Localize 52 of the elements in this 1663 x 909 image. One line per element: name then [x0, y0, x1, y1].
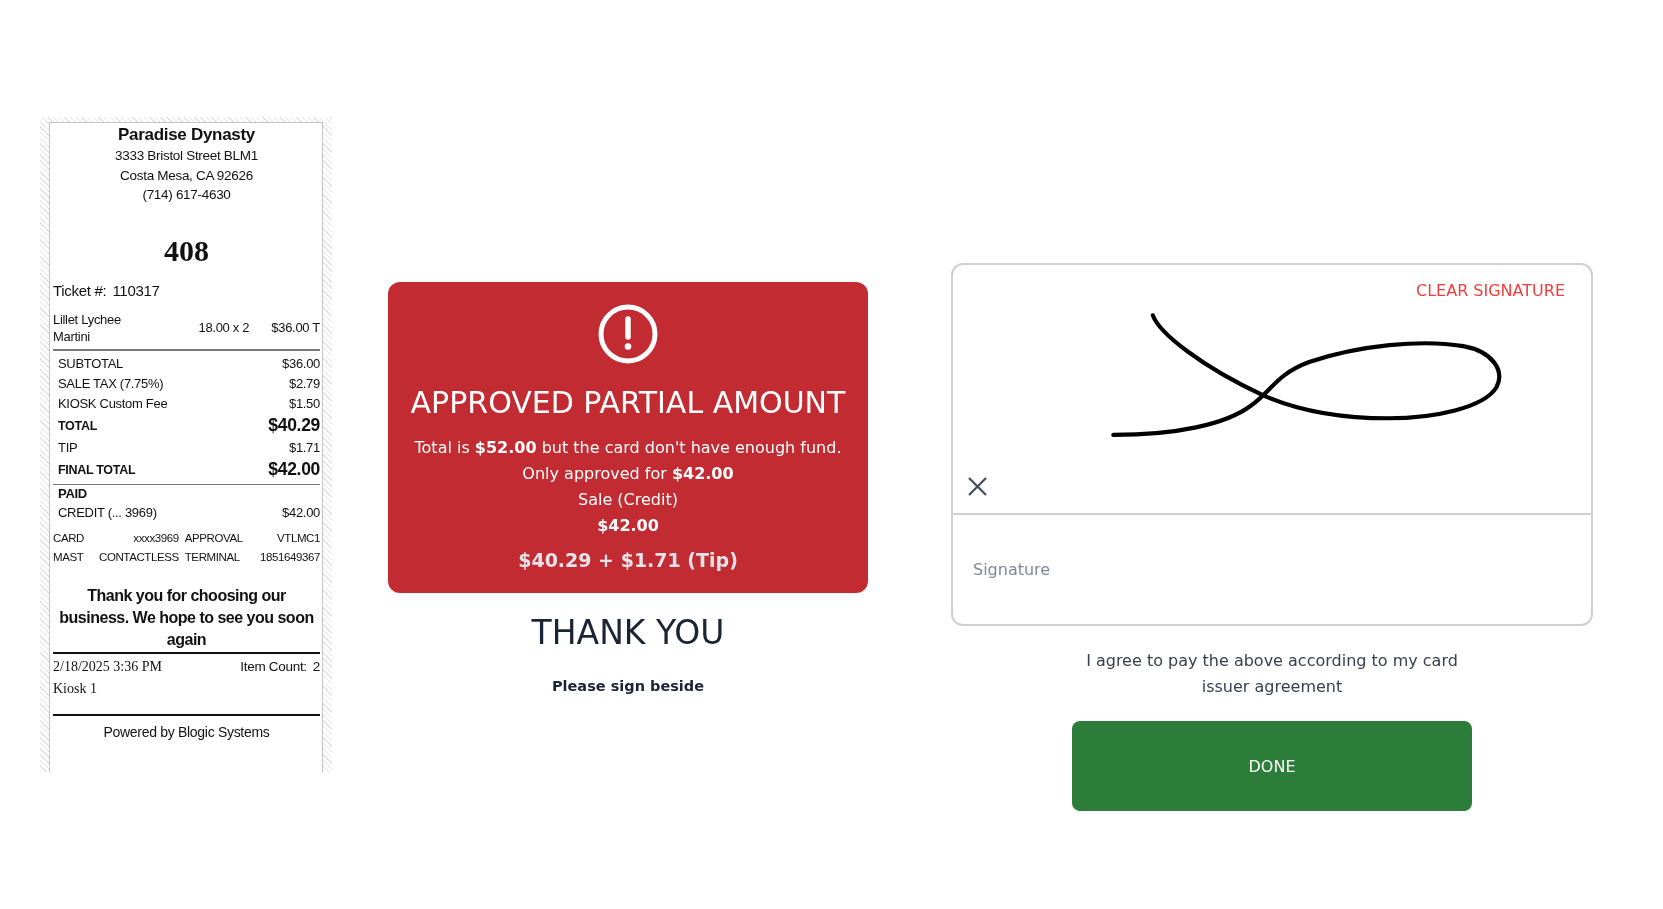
powered-by-text: Powered by Blogic Systems	[103, 722, 270, 742]
card-detail: CARD	[53, 531, 84, 546]
item-name: Lillet Lychee Martini	[53, 310, 122, 345]
store-address-line: (714) 617-4630	[142, 186, 231, 204]
summary-amount: $36.00	[282, 356, 320, 371]
summary-label: SUBTOTAL	[58, 356, 124, 371]
store-address-line: 3333 Bristol Street BLM1	[115, 147, 258, 165]
card-detail: 1851649367	[260, 550, 320, 565]
summary-label: TOTAL	[58, 418, 97, 433]
summary-amount: $1.50	[288, 396, 320, 411]
card-detail: VTLMC1	[277, 531, 320, 546]
item-amount: $36.00 T	[271, 319, 320, 336]
summary-label: KIOSK Custom Fee	[58, 396, 168, 411]
ticket-number: Ticket #: 110317	[53, 280, 160, 301]
done-button[interactable]: DONE	[1072, 721, 1472, 811]
item-quantity: 18.00 x 2	[198, 319, 250, 336]
exclamation-circle-icon	[598, 304, 658, 364]
payment-method: CREDIT (... 3969)	[58, 505, 157, 520]
receipt-thank-you-message: Thank you for choosing our business. We hope to see you soon again	[58, 586, 315, 650]
clear-signature-button[interactable]: CLEAR SIGNATURE	[1416, 281, 1565, 301]
signature-canvas[interactable]: CLEAR SIGNATURE	[951, 263, 1593, 515]
cross-icon	[968, 477, 987, 496]
card-detail: TERMINAL	[184, 550, 240, 565]
alert-message-line: Sale (Credit)	[578, 489, 678, 511]
card-detail: CONTACTLESS	[99, 550, 179, 565]
summary-amount: $2.79	[288, 376, 320, 391]
item-count: Item Count: 2	[240, 659, 320, 674]
receipt-timestamp: 2/18/2025 3:36 PM	[53, 658, 162, 675]
sign-instruction: Please sign beside	[551, 677, 705, 696]
payment-amount: $42.00	[282, 505, 320, 520]
payment-heading: PAID	[58, 485, 87, 503]
alert-message-line: $42.00	[597, 515, 659, 537]
summary-amount: $1.71	[288, 440, 320, 455]
summary-label: FINAL TOTAL	[58, 462, 136, 477]
alert-message-line: Total is $52.00 but the card don't have enough fund.	[414, 437, 842, 459]
amount-breakdown: $40.29 + $1.71 (Tip)	[518, 548, 738, 573]
summary-amount: $42.00	[268, 459, 320, 480]
summary-label: SALE TAX (7.75%)	[58, 376, 164, 391]
signature-name-field[interactable]: Signature	[951, 515, 1593, 626]
order-number: 408	[164, 232, 209, 269]
agreement-text: I agree to pay the above according to my card issuer agreement	[1085, 650, 1459, 698]
store-name: Paradise Dynasty	[118, 124, 255, 146]
card-detail: APPROVAL	[184, 531, 243, 546]
station-name: Kiosk 1	[53, 679, 97, 698]
store-address-line: Costa Mesa, CA 92626	[120, 166, 253, 185]
card-detail: MAST	[53, 550, 84, 565]
summary-amount: $40.29	[268, 415, 320, 436]
summary-label: TIP	[58, 440, 78, 455]
alert-message-line: Only approved for $42.00	[522, 463, 734, 485]
thank-you-heading: THANK YOU	[531, 613, 725, 653]
alert-title: APPROVED PARTIAL AMOUNT	[410, 387, 846, 419]
card-detail: xxxx3969	[133, 531, 179, 546]
